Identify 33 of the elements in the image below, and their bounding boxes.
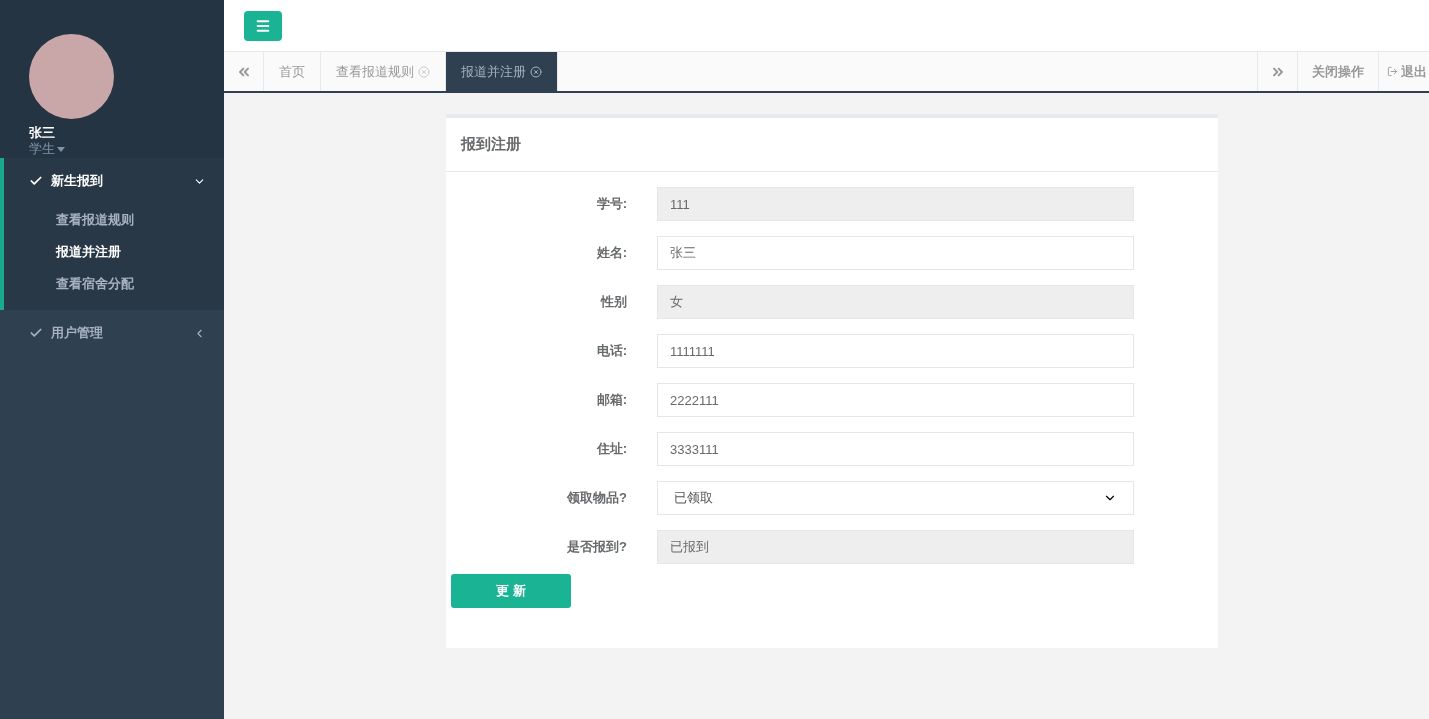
- field-label: 领取物品?: [565, 489, 627, 508]
- menu-item[interactable]: 新生报到: [4, 158, 224, 204]
- input-field[interactable]: 2222111: [657, 383, 1134, 417]
- field-label: 学号:: [595, 195, 627, 214]
- user-name: 张三: [29, 125, 56, 141]
- check-icon: [29, 326, 43, 340]
- select-field[interactable]: 已领取: [657, 481, 1134, 515]
- submenu-item[interactable]: 查看宿舍分配: [4, 268, 224, 300]
- field-label: 是否报到?: [566, 538, 627, 557]
- user-role[interactable]: 学生: [29, 141, 55, 157]
- tab[interactable]: 首页: [264, 52, 321, 91]
- field-label: 电话:: [595, 342, 627, 361]
- field-label: 邮箱:: [595, 391, 627, 410]
- check-icon: [29, 174, 43, 188]
- menu-icon: [255, 17, 271, 34]
- field-label: 住址:: [595, 440, 627, 459]
- input-field[interactable]: 1111111: [657, 334, 1134, 368]
- input-field[interactable]: 3333111: [657, 432, 1134, 466]
- tab[interactable]: 报道并注册: [446, 52, 558, 91]
- menu-button[interactable]: [244, 10, 282, 41]
- caret-icon: [57, 146, 65, 152]
- logout-button[interactable]: 退出: [1378, 52, 1429, 91]
- update-button[interactable]: 更 新: [451, 574, 571, 608]
- submenu-item[interactable]: 查看报道规则: [4, 204, 224, 236]
- close-tabs-button[interactable]: 关闭操作: [1297, 52, 1378, 91]
- close-icon[interactable]: [530, 65, 542, 78]
- logout-icon: [1387, 66, 1398, 77]
- input-field[interactable]: 张三: [657, 236, 1134, 270]
- submenu-item[interactable]: 报道并注册: [4, 236, 224, 268]
- field-label: 姓名:: [595, 244, 627, 263]
- menu-item[interactable]: 用户管理: [0, 310, 224, 356]
- field-label: 性别: [599, 293, 627, 312]
- form-title: 报到注册: [461, 134, 521, 155]
